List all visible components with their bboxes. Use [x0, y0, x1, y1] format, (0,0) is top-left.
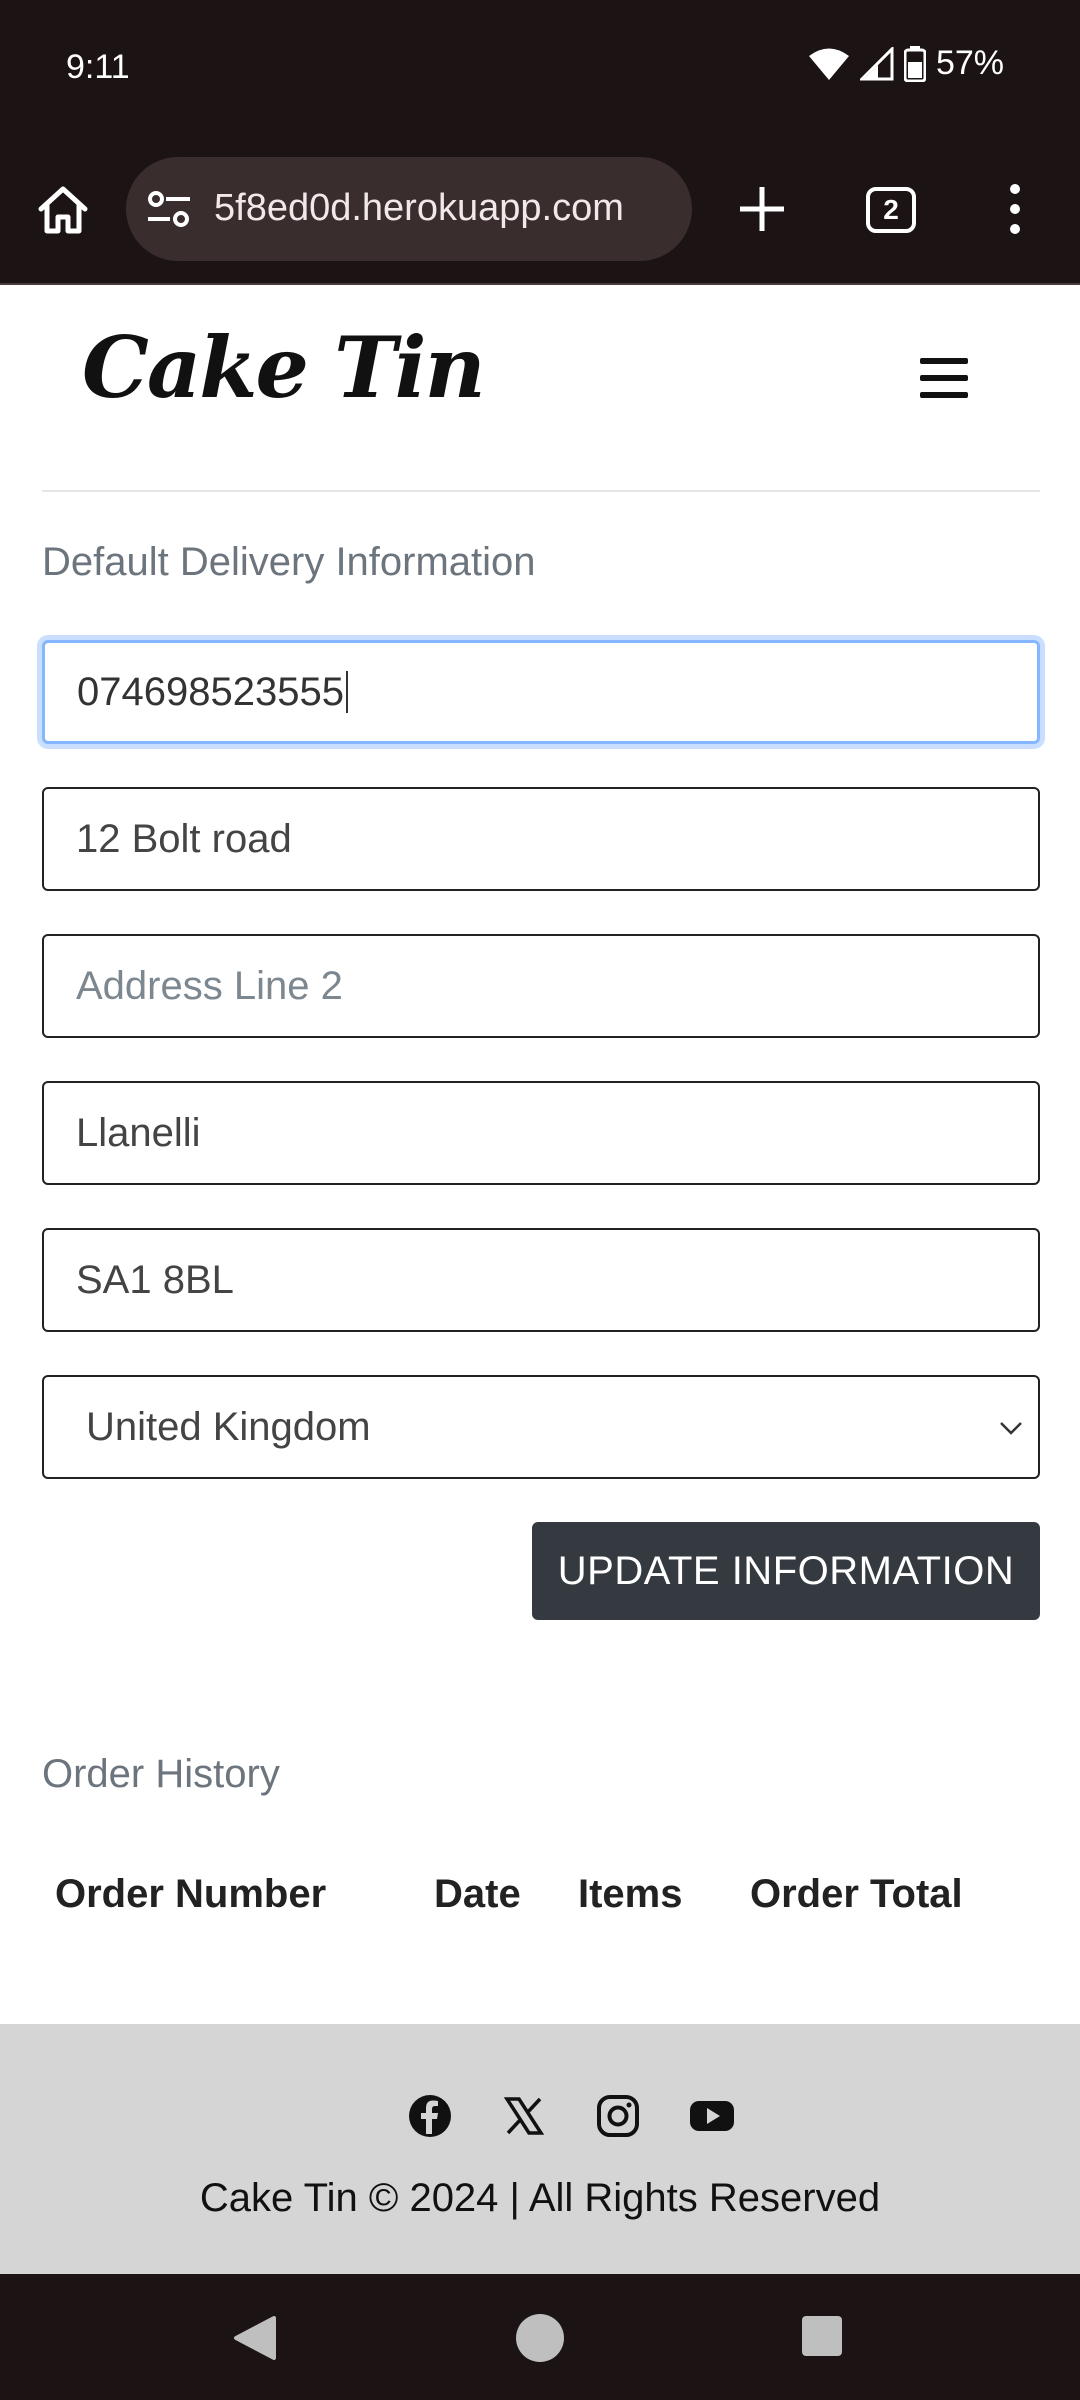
- address-bar[interactable]: 5f8ed0d.herokuapp.com: [126, 157, 692, 261]
- address-line-1-field[interactable]: 12 Bolt road: [42, 787, 1040, 891]
- tab-switcher-button[interactable]: 2: [866, 187, 916, 233]
- hamburger-menu-icon[interactable]: [920, 358, 968, 398]
- site-footer: Cake Tin © 2024 | All Rights Reserved: [0, 2024, 1080, 2274]
- country-select[interactable]: United Kingdom: [42, 1375, 1040, 1479]
- order-history-title: Order History: [42, 1752, 280, 1796]
- copyright-text: Cake Tin © 2024 | All Rights Reserved: [199, 2176, 881, 2220]
- status-bar: 9:11 57%: [0, 0, 1080, 135]
- column-header-order-total: Order Total: [750, 1872, 963, 1916]
- column-header-order-number: Order Number: [55, 1872, 327, 1916]
- address-line-2-field[interactable]: Address Line 2: [42, 934, 1040, 1038]
- youtube-icon[interactable]: [688, 2092, 736, 2140]
- battery-percent: 57%: [935, 44, 1004, 82]
- postcode-value: SA1 8BL: [76, 1257, 234, 1302]
- facebook-icon[interactable]: [406, 2092, 454, 2140]
- url-text: 5f8ed0d.herokuapp.com: [214, 187, 624, 229]
- back-icon[interactable]: [232, 2314, 276, 2362]
- wifi-icon: [808, 48, 849, 80]
- update-information-button[interactable]: UPDATE INFORMATION: [532, 1522, 1040, 1620]
- text-caret: [345, 671, 348, 713]
- address-line-1-value: 12 Bolt road: [76, 816, 292, 861]
- delivery-section-title: Default Delivery Information: [42, 540, 536, 584]
- site-logo[interactable]: Cake Tin: [82, 318, 486, 417]
- phone-value: 074698523555: [77, 669, 344, 714]
- town-value: Llanelli: [76, 1110, 201, 1155]
- home-button-icon[interactable]: [516, 2314, 564, 2362]
- x-twitter-icon[interactable]: [500, 2092, 548, 2140]
- phone-field[interactable]: 074698523555: [42, 640, 1040, 744]
- divider: [42, 490, 1040, 492]
- column-header-items: Items: [578, 1872, 683, 1916]
- country-value: United Kingdom: [86, 1404, 371, 1449]
- postcode-field[interactable]: SA1 8BL: [42, 1228, 1040, 1332]
- system-nav-bar: [0, 2274, 1080, 2400]
- instagram-icon[interactable]: [594, 2092, 642, 2140]
- browser-toolbar: 5f8ed0d.herokuapp.com 2: [0, 135, 1080, 285]
- recents-icon[interactable]: [802, 2316, 842, 2356]
- status-icons: 57%: [808, 44, 1004, 83]
- site-settings-icon[interactable]: [146, 189, 192, 229]
- signal-icon: [859, 46, 894, 80]
- more-menu-icon[interactable]: [1000, 181, 1030, 237]
- new-tab-icon[interactable]: [734, 181, 790, 237]
- chevron-down-icon: [1000, 1422, 1022, 1435]
- battery-icon: [903, 45, 926, 82]
- column-header-date: Date: [434, 1872, 521, 1916]
- home-icon[interactable]: [36, 183, 90, 237]
- clock: 9:11: [66, 48, 130, 86]
- town-field[interactable]: Llanelli: [42, 1081, 1040, 1185]
- address-line-2-placeholder: Address Line 2: [76, 963, 343, 1008]
